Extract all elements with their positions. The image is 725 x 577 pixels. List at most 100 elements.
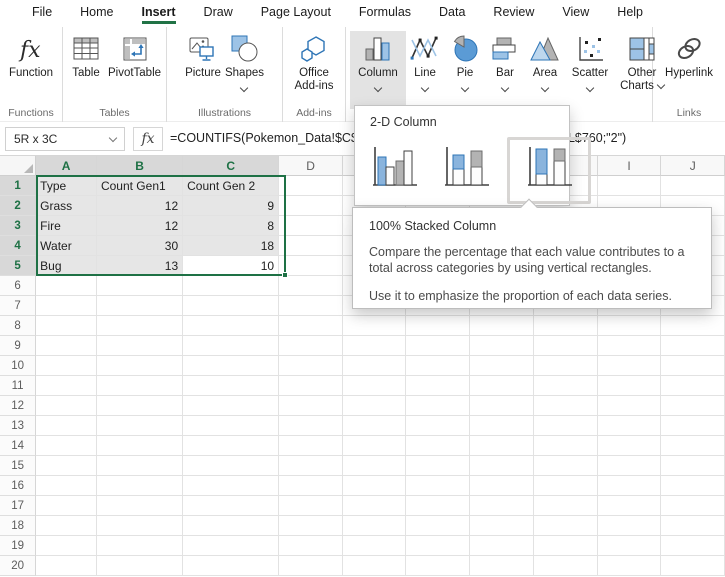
select-all-button[interactable]: [0, 156, 36, 176]
cell-H20[interactable]: [534, 556, 598, 576]
cell-A15[interactable]: [36, 456, 97, 476]
cell-D8[interactable]: [279, 316, 343, 336]
cell-A18[interactable]: [36, 516, 97, 536]
cell-J20[interactable]: [661, 556, 725, 576]
row-header-18[interactable]: 18: [0, 516, 36, 536]
cell-G9[interactable]: [470, 336, 534, 356]
cell-A20[interactable]: [36, 556, 97, 576]
cell-E9[interactable]: [343, 336, 407, 356]
cell-B10[interactable]: [97, 356, 183, 376]
row-header-9[interactable]: 9: [0, 336, 36, 356]
cell-D12[interactable]: [279, 396, 343, 416]
cell-F11[interactable]: [406, 376, 470, 396]
cell-G10[interactable]: [470, 356, 534, 376]
column-header-C[interactable]: C: [183, 156, 279, 176]
column-chart-button[interactable]: Column: [350, 31, 406, 109]
cell-C3[interactable]: 8: [183, 216, 279, 236]
cell-D18[interactable]: [279, 516, 343, 536]
cell-A12[interactable]: [36, 396, 97, 416]
cell-I19[interactable]: [598, 536, 662, 556]
cell-A13[interactable]: [36, 416, 97, 436]
cell-G16[interactable]: [470, 476, 534, 496]
cell-B8[interactable]: [97, 316, 183, 336]
cell-C8[interactable]: [183, 316, 279, 336]
picture-button[interactable]: Picture: [183, 31, 223, 107]
cell-D2[interactable]: [279, 196, 343, 216]
cell-G20[interactable]: [470, 556, 534, 576]
cell-E18[interactable]: [343, 516, 407, 536]
cell-A5[interactable]: Bug: [36, 256, 97, 276]
cell-D15[interactable]: [279, 456, 343, 476]
cell-B12[interactable]: [97, 396, 183, 416]
cell-E16[interactable]: [343, 476, 407, 496]
row-header-19[interactable]: 19: [0, 536, 36, 556]
100-stacked-column-option[interactable]: [507, 137, 591, 204]
cell-C12[interactable]: [183, 396, 279, 416]
cell-F19[interactable]: [406, 536, 470, 556]
cell-F9[interactable]: [406, 336, 470, 356]
tab-home[interactable]: Home: [66, 0, 127, 21]
cell-I13[interactable]: [598, 416, 662, 436]
cell-A1[interactable]: Type: [36, 176, 97, 196]
cell-B17[interactable]: [97, 496, 183, 516]
cell-I16[interactable]: [598, 476, 662, 496]
cell-F17[interactable]: [406, 496, 470, 516]
cell-J16[interactable]: [661, 476, 725, 496]
tab-page-layout[interactable]: Page Layout: [247, 0, 345, 21]
cell-F14[interactable]: [406, 436, 470, 456]
cell-B14[interactable]: [97, 436, 183, 456]
scatter-chart-button[interactable]: Scatter: [566, 31, 614, 107]
row-header-10[interactable]: 10: [0, 356, 36, 376]
cell-J19[interactable]: [661, 536, 725, 556]
cell-A2[interactable]: Grass: [36, 196, 97, 216]
cell-F15[interactable]: [406, 456, 470, 476]
cell-I11[interactable]: [598, 376, 662, 396]
cell-C6[interactable]: [183, 276, 279, 296]
cell-E20[interactable]: [343, 556, 407, 576]
row-header-15[interactable]: 15: [0, 456, 36, 476]
cell-C13[interactable]: [183, 416, 279, 436]
cell-F12[interactable]: [406, 396, 470, 416]
cell-G14[interactable]: [470, 436, 534, 456]
cell-I17[interactable]: [598, 496, 662, 516]
cell-B18[interactable]: [97, 516, 183, 536]
cell-C10[interactable]: [183, 356, 279, 376]
column-header-B[interactable]: B: [97, 156, 183, 176]
cell-G12[interactable]: [470, 396, 534, 416]
cell-I9[interactable]: [598, 336, 662, 356]
cell-B3[interactable]: 12: [97, 216, 183, 236]
cell-A6[interactable]: [36, 276, 97, 296]
cell-B1[interactable]: Count Gen1: [97, 176, 183, 196]
cell-B5[interactable]: 13: [97, 256, 183, 276]
column-header-A[interactable]: A: [36, 156, 97, 176]
cell-F10[interactable]: [406, 356, 470, 376]
cell-B11[interactable]: [97, 376, 183, 396]
column-header-J[interactable]: J: [661, 156, 725, 176]
cell-G11[interactable]: [470, 376, 534, 396]
cell-F20[interactable]: [406, 556, 470, 576]
table-button[interactable]: Table: [66, 31, 106, 107]
cell-C7[interactable]: [183, 296, 279, 316]
tab-draw[interactable]: Draw: [190, 0, 247, 21]
row-header-17[interactable]: 17: [0, 496, 36, 516]
cell-H19[interactable]: [534, 536, 598, 556]
row-header-11[interactable]: 11: [0, 376, 36, 396]
cell-F16[interactable]: [406, 476, 470, 496]
cell-J12[interactable]: [661, 396, 725, 416]
row-header-1[interactable]: 1: [0, 176, 36, 196]
cell-G18[interactable]: [470, 516, 534, 536]
cell-H18[interactable]: [534, 516, 598, 536]
cell-A9[interactable]: [36, 336, 97, 356]
cell-A10[interactable]: [36, 356, 97, 376]
cell-C5[interactable]: 10: [183, 256, 279, 276]
cell-G17[interactable]: [470, 496, 534, 516]
cell-I15[interactable]: [598, 456, 662, 476]
cell-C17[interactable]: [183, 496, 279, 516]
office-addins-button[interactable]: Office Add-ins: [286, 31, 342, 107]
cell-C18[interactable]: [183, 516, 279, 536]
cell-A17[interactable]: [36, 496, 97, 516]
cell-J1[interactable]: [661, 176, 725, 196]
cell-C15[interactable]: [183, 456, 279, 476]
row-header-20[interactable]: 20: [0, 556, 36, 576]
row-header-7[interactable]: 7: [0, 296, 36, 316]
